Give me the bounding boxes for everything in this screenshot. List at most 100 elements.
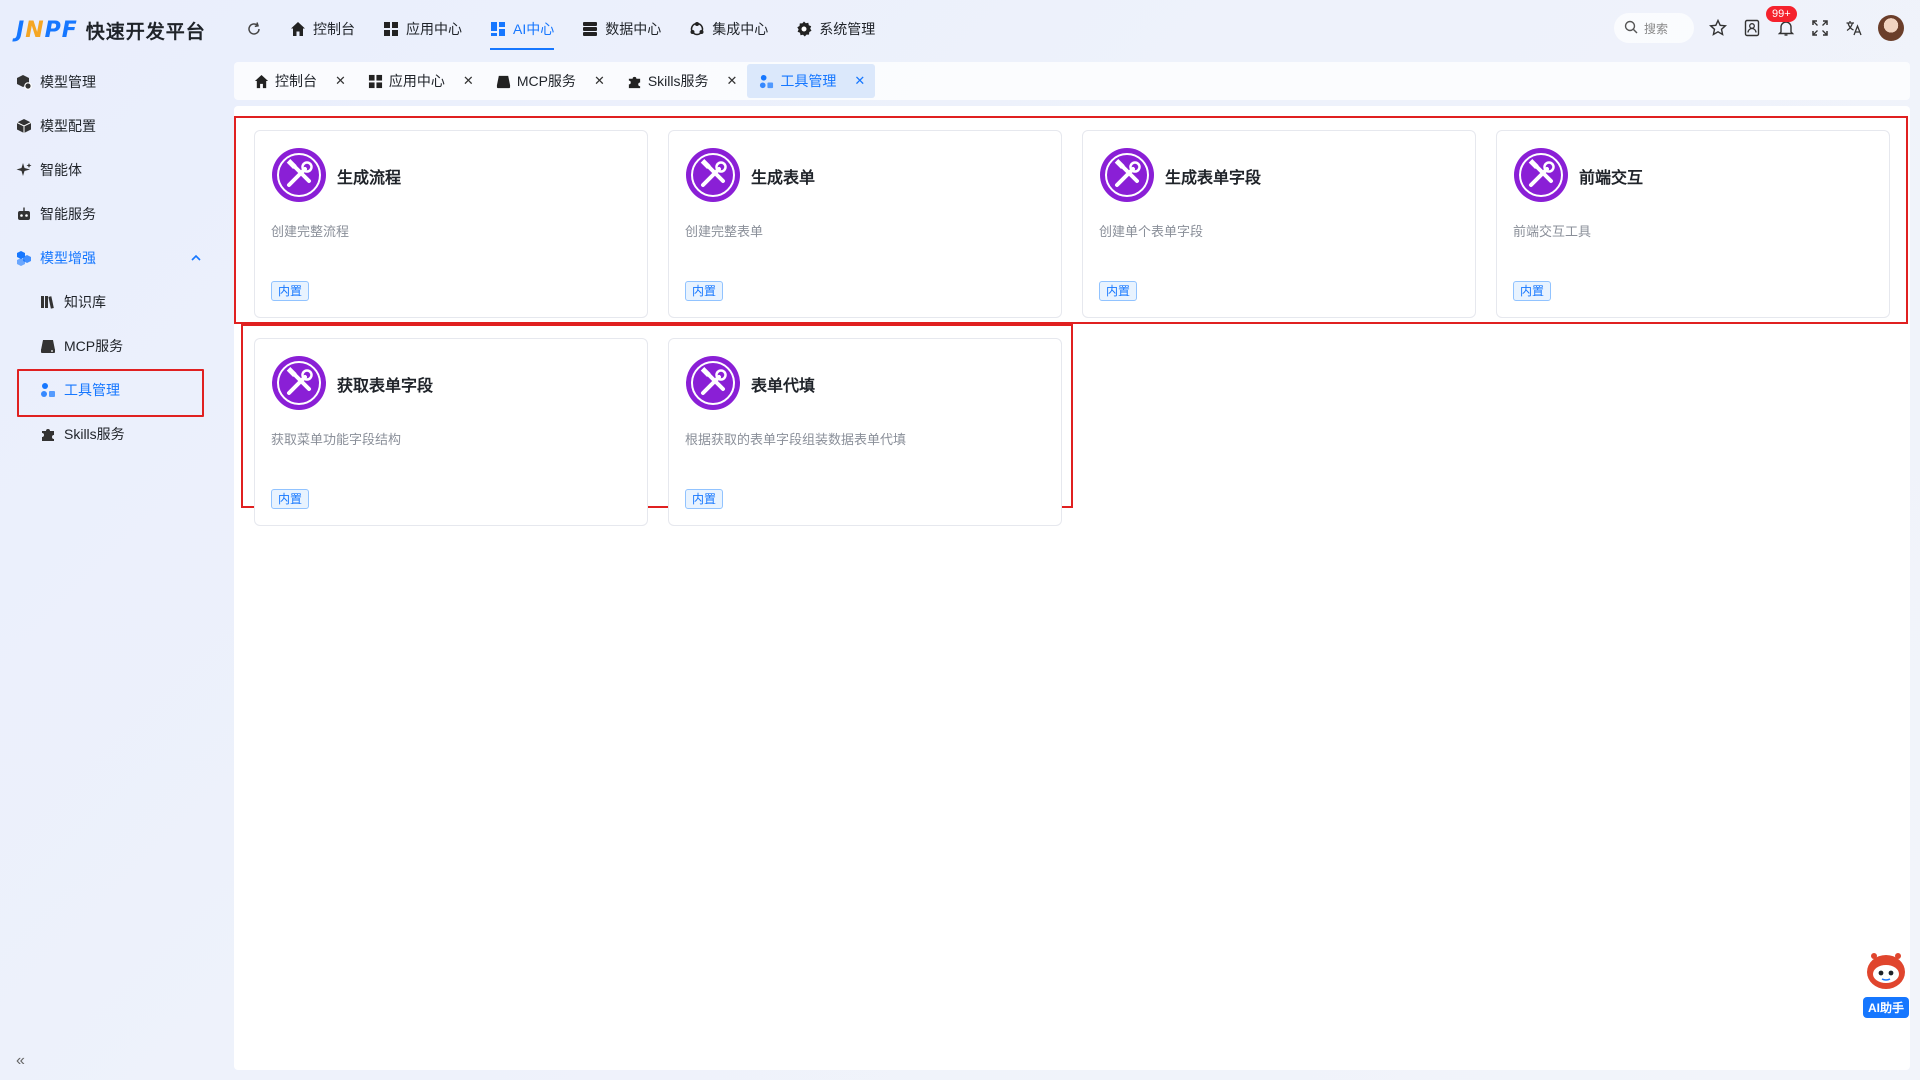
tool-card[interactable]: 生成表单字段 创建单个表单字段 内置 <box>1082 130 1476 318</box>
sidebar-item-knowledge-base[interactable]: 知识库 <box>0 280 226 324</box>
tool-card[interactable]: 生成流程 创建完整流程 内置 <box>254 130 648 318</box>
sidebar-item-model-enhance[interactable]: 模型增强 <box>0 236 226 280</box>
star-icon[interactable] <box>1708 18 1728 38</box>
nav-console[interactable]: 控制台 <box>276 0 369 58</box>
tools-icon <box>759 74 774 89</box>
puzzle-icon <box>40 426 56 442</box>
sidebar-item-label: 智能服务 <box>40 206 96 222</box>
nav-label: 控制台 <box>313 21 355 37</box>
tab-skills-service[interactable]: Skills服务 ✕ <box>615 64 748 98</box>
bell-icon[interactable]: 99+ <box>1766 6 1797 38</box>
close-icon[interactable]: ✕ <box>854 73 865 89</box>
ai-assistant-label: AI助手 <box>1862 997 1909 1018</box>
builtin-tag: 内置 <box>271 281 310 301</box>
builtin-tag: 内置 <box>271 489 310 509</box>
sidebar-item-model-config[interactable]: 模型配置 <box>0 104 226 148</box>
tool-card[interactable]: 前端交互 前端交互工具 内置 <box>1496 130 1890 318</box>
notification-badge: 99+ <box>1766 6 1797 22</box>
nav-integration-center[interactable]: 集成中心 <box>675 0 782 58</box>
page-tabs: 控制台 ✕ 应用中心 ✕ MCP服务 ✕ Skills服务 ✕ 工具管理 ✕ <box>234 62 1910 100</box>
nav-label: 数据中心 <box>605 21 662 37</box>
tool-description: 创建单个表单字段 <box>1099 224 1204 239</box>
search-placeholder: 搜索 <box>1644 21 1669 36</box>
ai-grid-icon <box>490 21 506 37</box>
tool-description: 前端交互工具 <box>1513 224 1592 239</box>
top-navigation: 控制台 应用中心 AI中心 数据中心 集成中心 系统管理 搜索 99+ <box>226 0 1920 58</box>
database-icon <box>582 21 598 37</box>
refresh-icon[interactable] <box>232 21 276 37</box>
fullscreen-icon[interactable] <box>1810 18 1830 38</box>
tool-wrench-hammer-icon <box>1100 148 1154 202</box>
sidebar-collapse-icon[interactable]: « <box>16 1052 25 1070</box>
tab-label: MCP服务 <box>516 73 576 89</box>
tab-console[interactable]: 控制台 ✕ <box>242 64 356 98</box>
close-icon[interactable]: ✕ <box>463 73 474 89</box>
brand-title: 快速开发平台 <box>85 21 206 43</box>
nav-app-center[interactable]: 应用中心 <box>369 0 476 58</box>
user-avatar[interactable] <box>1878 15 1904 41</box>
close-icon[interactable]: ✕ <box>335 73 346 89</box>
nav-system-management[interactable]: 系统管理 <box>782 0 889 58</box>
builtin-tag: 内置 <box>685 489 724 509</box>
server-icon <box>40 338 56 354</box>
sparkle-icon <box>16 162 32 178</box>
integration-icon <box>689 21 705 37</box>
brand-logo[interactable]: JNPF 快速开发平台 <box>16 16 206 44</box>
tool-wrench-hammer-icon <box>1514 148 1568 202</box>
robot-icon <box>16 206 32 222</box>
translate-icon[interactable] <box>1844 18 1864 38</box>
tool-card[interactable]: 生成表单 创建完整表单 内置 <box>668 130 1062 318</box>
cubes-icon <box>16 250 32 266</box>
sidebar: JNPF 快速开发平台 模型管理 模型配置 智能体 智能服务 模型增强 知识库 … <box>0 0 226 1080</box>
close-icon[interactable]: ✕ <box>727 73 738 89</box>
sidebar-item-label: 模型管理 <box>40 74 96 90</box>
ai-assistant-button[interactable]: AI助手 <box>1862 948 1910 1018</box>
cube-icon <box>16 118 32 134</box>
sidebar-item-label: 模型增强 <box>40 250 96 266</box>
tab-label: 工具管理 <box>780 73 837 89</box>
sidebar-item-smart-service[interactable]: 智能服务 <box>0 192 226 236</box>
robot-mascot-icon <box>1867 953 1905 989</box>
highlight-box-sidebar <box>17 369 204 417</box>
sidebar-item-label: MCP服务 <box>64 338 124 354</box>
tool-title: 表单代填 <box>751 378 816 395</box>
tool-wrench-hammer-icon <box>272 148 326 202</box>
tab-label: 控制台 <box>275 73 317 89</box>
sidebar-item-agent[interactable]: 智能体 <box>0 148 226 192</box>
tool-description: 创建完整流程 <box>271 224 350 239</box>
tool-card[interactable]: 获取表单字段 获取菜单功能字段结构 内置 <box>254 338 648 526</box>
sidebar-item-label: 智能体 <box>40 162 82 178</box>
sidebar-item-skills-service[interactable]: Skills服务 <box>0 412 226 456</box>
home-icon <box>290 21 306 37</box>
top-toolbar: 搜索 99+ <box>1614 6 1904 43</box>
nav-data-center[interactable]: 数据中心 <box>568 0 675 58</box>
tool-title: 生成流程 <box>337 170 402 187</box>
cube-gear-icon <box>16 74 32 90</box>
tab-tool-management[interactable]: 工具管理 ✕ <box>747 64 876 98</box>
tool-wrench-hammer-icon <box>272 356 326 410</box>
search-icon <box>1624 20 1638 37</box>
tool-description: 根据获取的表单字段组装数据表单代填 <box>685 432 907 447</box>
tab-mcp-service[interactable]: MCP服务 ✕ <box>484 64 615 98</box>
nav-label: 系统管理 <box>819 21 876 37</box>
sidebar-item-label: 模型配置 <box>40 118 96 134</box>
builtin-tag: 内置 <box>685 281 724 301</box>
tool-wrench-hammer-icon <box>686 356 740 410</box>
sidebar-item-model-management[interactable]: 模型管理 <box>0 60 226 104</box>
gear-icon <box>796 21 812 37</box>
tool-title: 生成表单字段 <box>1165 170 1262 187</box>
tool-card[interactable]: 表单代填 根据获取的表单字段组装数据表单代填 内置 <box>668 338 1062 526</box>
sidebar-item-label: 知识库 <box>64 294 106 310</box>
chevron-up-icon <box>190 251 202 267</box>
tab-app-center[interactable]: 应用中心 ✕ <box>356 64 484 98</box>
tool-title: 获取表单字段 <box>337 378 434 395</box>
search-input[interactable]: 搜索 <box>1614 13 1694 43</box>
builtin-tag: 内置 <box>1099 281 1138 301</box>
sidebar-item-mcp-service[interactable]: MCP服务 <box>0 324 226 368</box>
tab-label: Skills服务 <box>647 73 709 89</box>
user-card-icon[interactable] <box>1742 18 1762 38</box>
books-icon <box>40 294 56 310</box>
close-icon[interactable]: ✕ <box>594 73 605 89</box>
nav-label: AI中心 <box>513 21 555 37</box>
nav-ai-center[interactable]: AI中心 <box>476 0 568 58</box>
